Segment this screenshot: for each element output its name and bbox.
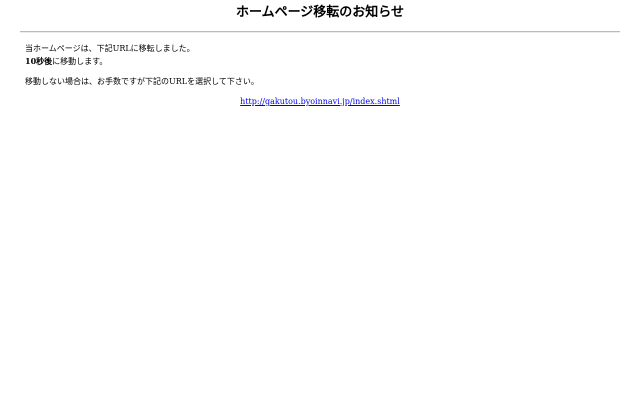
- countdown-text: 10秒後: [25, 56, 53, 66]
- link-row: http://gakutou.byoinnavi.jp/index.shtml: [0, 96, 640, 108]
- new-url-link[interactable]: http://gakutou.byoinnavi.jp/index.shtml: [240, 97, 400, 106]
- notice-line-2-rest: に移動します。: [52, 57, 108, 66]
- redirect-page: ホームページ移転のお知らせ 当ホームページは、下記URLに移転しました。 10秒…: [0, 0, 640, 400]
- divider: [20, 31, 620, 33]
- notice-line-1: 当ホームページは、下記URLに移転しました。: [25, 44, 195, 53]
- page-title: ホームページ移転のお知らせ: [235, 5, 405, 20]
- manual-navigation-text: 移動しない場合は、お手数ですが下記のURLを選択して下さい。: [25, 77, 259, 86]
- relocation-notice: 当ホームページは、下記URLに移転しました。 10秒後に移動します。: [25, 43, 195, 68]
